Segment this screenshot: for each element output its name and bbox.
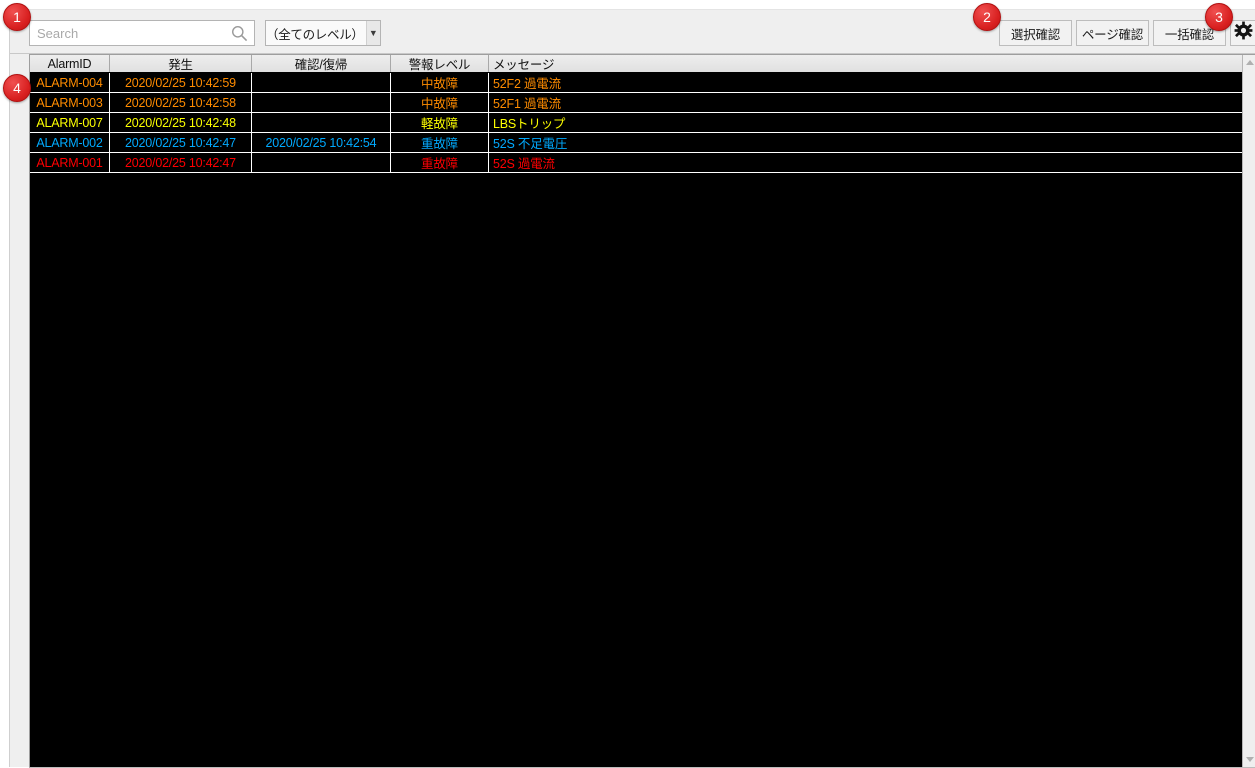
cell-occurred: 2020/02/25 10:42:47 — [110, 153, 252, 172]
alarm-list-window: （全てのレベル） ▼ 選択確認 ページ確認 一括確認 — [0, 0, 1255, 767]
level-filter-select[interactable]: （全てのレベル） ▼ — [265, 20, 381, 46]
column-header-level[interactable]: 警報レベル — [391, 55, 489, 72]
column-header-alarm_id[interactable]: AlarmID — [30, 55, 110, 72]
scroll-up-button[interactable] — [1243, 55, 1255, 70]
chevron-down-icon[interactable]: ▼ — [366, 21, 380, 45]
search-input[interactable] — [37, 22, 223, 44]
cell-message: 52S 過電流 — [489, 153, 1243, 172]
annotation-badge-1: 1 — [3, 3, 31, 31]
column-header-message[interactable]: メッセージ — [489, 55, 1243, 72]
table-header-row: AlarmID発生確認/復帰警報レベルメッセージ — [30, 55, 1255, 72]
cell-alarm_id: ALARM-007 — [30, 113, 110, 132]
cell-message: LBSトリップ — [489, 113, 1243, 132]
cell-ack — [252, 73, 391, 92]
search-icon[interactable] — [231, 25, 248, 42]
settings-button[interactable] — [1230, 20, 1255, 46]
cell-occurred: 2020/02/25 10:42:59 — [110, 73, 252, 92]
alarm-table: AlarmID発生確認/復帰警報レベルメッセージ ALARM-0042020/0… — [29, 54, 1255, 768]
cell-alarm_id: ALARM-002 — [30, 133, 110, 152]
cell-ack — [252, 153, 391, 172]
table-body: ALARM-0042020/02/25 10:42:59中故障52F2 過電流A… — [30, 73, 1243, 173]
column-header-occurred[interactable]: 発生 — [110, 55, 252, 72]
cell-message: 52F2 過電流 — [489, 73, 1243, 92]
search-box[interactable] — [29, 20, 255, 46]
table-row[interactable]: ALARM-0012020/02/25 10:42:47 重故障52S 過電流 — [30, 153, 1243, 173]
cell-occurred: 2020/02/25 10:42:48 — [110, 113, 252, 132]
annotation-badge-3: 3 — [1205, 3, 1233, 31]
table-row[interactable]: ALARM-0032020/02/25 10:42:58 中故障52F1 過電流 — [30, 93, 1243, 113]
cell-occurred: 2020/02/25 10:42:58 — [110, 93, 252, 112]
cell-alarm_id: ALARM-001 — [30, 153, 110, 172]
cell-level: 重故障 — [391, 133, 489, 152]
cell-alarm_id: ALARM-004 — [30, 73, 110, 92]
cell-ack — [252, 113, 391, 132]
column-header-ack[interactable]: 確認/復帰 — [252, 55, 391, 72]
cell-level: 中故障 — [391, 73, 489, 92]
select-confirm-button[interactable]: 選択確認 — [999, 20, 1072, 46]
cell-ack — [252, 93, 391, 112]
cell-occurred: 2020/02/25 10:42:47 — [110, 133, 252, 152]
cell-level: 中故障 — [391, 93, 489, 112]
table-row[interactable]: ALARM-0072020/02/25 10:42:48 軽故障LBSトリップ — [30, 113, 1243, 133]
cell-alarm_id: ALARM-003 — [30, 93, 110, 112]
page-confirm-button[interactable]: ページ確認 — [1076, 20, 1149, 46]
gear-icon — [1234, 21, 1253, 45]
cell-message: 52F1 過電流 — [489, 93, 1243, 112]
annotation-badge-4: 4 — [3, 74, 31, 102]
toolbar: （全てのレベル） ▼ 選択確認 ページ確認 一括確認 — [10, 10, 1255, 54]
scroll-down-button[interactable] — [1243, 752, 1255, 767]
cell-level: 重故障 — [391, 153, 489, 172]
triangle-down-icon — [1246, 757, 1254, 762]
cell-ack: 2020/02/25 10:42:54 — [252, 133, 391, 152]
cell-level: 軽故障 — [391, 113, 489, 132]
table-row[interactable]: ALARM-0022020/02/25 10:42:472020/02/25 1… — [30, 133, 1243, 153]
table-row[interactable]: ALARM-0042020/02/25 10:42:59 中故障52F2 過電流 — [30, 73, 1243, 93]
cell-message: 52S 不足電圧 — [489, 133, 1243, 152]
level-filter-value: （全てのレベル） — [266, 24, 366, 43]
window-frame: （全てのレベル） ▼ 選択確認 ページ確認 一括確認 — [9, 9, 1255, 767]
triangle-up-icon — [1246, 60, 1254, 65]
vertical-scrollbar[interactable] — [1242, 55, 1255, 767]
annotation-badge-2: 2 — [973, 3, 1001, 31]
